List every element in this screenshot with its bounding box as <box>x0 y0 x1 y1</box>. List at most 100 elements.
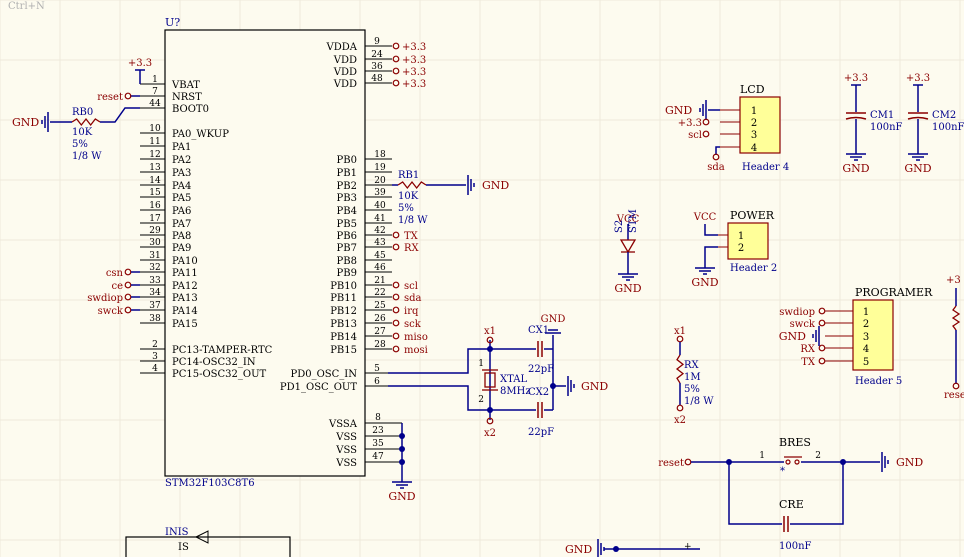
port-circle <box>684 458 692 466</box>
ground-label: GND <box>904 162 931 175</box>
bres-designator: BRES <box>779 436 811 449</box>
ground-label: GND <box>691 276 718 289</box>
rx-value: 1M <box>684 372 701 383</box>
wire <box>704 246 718 262</box>
mcu-pin-number: 4 <box>152 364 158 374</box>
resistor-symbol <box>951 305 961 331</box>
osc-out-wire <box>388 385 490 411</box>
rb0-tolerance: 5% <box>72 139 88 150</box>
header-pin-number: 2 <box>863 319 869 330</box>
mcu-pin-name: PB3 <box>337 193 357 204</box>
programmer-part: Header 5 <box>855 376 902 387</box>
mcu-pin-number: 22 <box>374 288 385 298</box>
cm1-value: 100nF <box>870 122 903 133</box>
button-contact <box>794 459 800 465</box>
cx1-value: 22pF <box>528 364 554 375</box>
mcu-pin-name: PA12 <box>172 281 198 292</box>
mcu-pin-number: 40 <box>374 201 386 211</box>
net-label-rx: RX <box>404 243 420 254</box>
mcu-pin-number: 46 <box>374 263 386 273</box>
ground-label: GND <box>565 543 592 556</box>
mcu-pin-number: 12 <box>149 150 160 160</box>
mcu-pin-name: PA6 <box>172 206 191 217</box>
mcu-pin-name: PB14 <box>330 332 357 343</box>
net-label-reset-edge: rese <box>944 390 964 401</box>
mcu-pin-number: 2 <box>152 340 158 350</box>
port-circle <box>818 319 826 327</box>
header-pin-number: 3 <box>751 130 757 141</box>
crystal-pin-number: 1 <box>478 359 484 369</box>
port-circle <box>392 319 400 327</box>
ground-label: GND <box>842 162 869 175</box>
capacitor-plate <box>907 116 929 120</box>
header-pin-number: 1 <box>751 106 757 117</box>
power-label: +3.3 <box>906 73 930 84</box>
net-label-scl: scl <box>404 281 418 292</box>
mcu-pin-name: PA4 <box>172 181 191 192</box>
mcu-pin-name: PA11 <box>172 268 198 279</box>
mcu-pin-number: 14 <box>149 176 161 186</box>
mcu-pin-number: 27 <box>374 327 386 337</box>
net-label-miso: miso <box>404 332 428 343</box>
mcu-pin-name: VSS <box>335 432 357 443</box>
ground-label: GND <box>541 314 566 325</box>
s2-value: STM <box>628 209 639 233</box>
mcu-pin-number: 37 <box>149 301 161 311</box>
mcu-pin-number: 32 <box>149 263 160 273</box>
mcu-pin-name: PB10 <box>330 281 357 292</box>
net-label-ce: ce <box>111 281 123 292</box>
mcu-pin-name: PB9 <box>337 268 357 279</box>
rb1-power: 1/8 W <box>398 215 428 226</box>
crystal-pin-number: 2 <box>478 395 484 405</box>
port-circle <box>392 243 400 251</box>
mcu-pin-name: PD0_OSC_IN <box>290 369 357 380</box>
header-pin-number: 2 <box>738 243 744 254</box>
ground-label: GND <box>581 380 608 393</box>
mcu-pin-number: 24 <box>371 50 383 60</box>
power-label: +3.3 <box>128 58 152 69</box>
schematic-sheet[interactable]: Ctrl+NU?STM32F103C8T61 VBAT7 NRSTreset44 BO… <box>0 0 964 557</box>
header-pin-number: 1 <box>863 307 869 318</box>
mcu-pin-name: PC13-TAMPER-RTC <box>172 345 273 356</box>
port-circle <box>392 42 400 50</box>
net-label-swck: swck <box>790 319 816 330</box>
port-circle <box>392 55 400 63</box>
rb0-designator: RB0 <box>72 107 93 118</box>
port-circle <box>392 293 400 301</box>
mcu-pin-name: PB13 <box>330 319 357 330</box>
port-circle <box>818 307 826 315</box>
net-label-gnd: GND <box>779 330 806 343</box>
net-label-sda: sda <box>404 293 422 304</box>
mcu-pin-number: 35 <box>372 439 384 449</box>
lcd-designator: LCD <box>740 83 765 96</box>
port-circle <box>712 153 720 161</box>
net-label-plus33: +3.3 <box>402 79 426 90</box>
port-circle <box>392 306 400 314</box>
mcu-pin-name: PB8 <box>337 256 357 267</box>
net-label-plus33-edge: +3 <box>946 275 961 286</box>
port-circle <box>676 404 684 412</box>
mcu-pin-number: 5 <box>374 364 380 374</box>
mcu-pin-number: 3 <box>152 352 158 362</box>
mcu-pin-name: PA7 <box>172 219 191 230</box>
bres-mark: * <box>780 466 785 477</box>
mcu-pin-number: 17 <box>149 214 161 224</box>
mcu-pin-number: 9 <box>374 37 380 47</box>
mcu-pin-name: PB7 <box>337 243 357 254</box>
lcd-part: Header 4 <box>742 162 789 173</box>
mcu-pin-number: 41 <box>374 214 385 224</box>
cre-designator: CRE <box>779 498 804 511</box>
mcu-pin-name: NRST <box>172 92 202 103</box>
cm1-designator: CM1 <box>870 110 894 121</box>
power-label: +3.3 <box>844 73 868 84</box>
rb0-value: 10K <box>72 127 93 138</box>
cx1-designator: CX1 <box>528 325 549 336</box>
rx-power: 1/8 W <box>684 396 714 407</box>
rb0-power: 1/8 W <box>72 151 102 162</box>
port-circle <box>392 332 400 340</box>
mcu-pin-name: VDD <box>333 67 357 78</box>
mcu-pin-number: 20 <box>374 176 386 186</box>
mcu-pin-number: 29 <box>149 226 161 236</box>
mcu-pin-name: PA1 <box>172 142 191 153</box>
shortcut-hint: Ctrl+N <box>8 1 45 12</box>
